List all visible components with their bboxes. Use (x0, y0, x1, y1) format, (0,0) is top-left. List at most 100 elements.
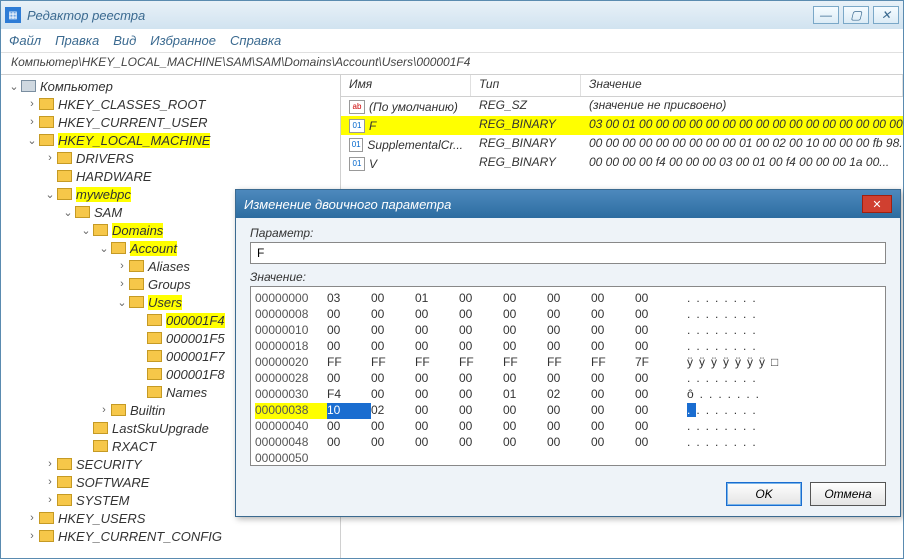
expand-icon[interactable]: › (43, 494, 57, 506)
hex-byte[interactable]: F4 (327, 387, 371, 403)
dialog-titlebar[interactable]: Изменение двоичного параметра ✕ (236, 190, 900, 218)
dialog-close-button[interactable]: ✕ (862, 195, 892, 213)
hex-byte[interactable]: 00 (503, 371, 547, 387)
hex-byte[interactable]: FF (327, 355, 371, 371)
hex-bytes[interactable]: 1002000000000000 (327, 403, 679, 419)
hex-byte[interactable]: 00 (459, 387, 503, 403)
hex-byte[interactable]: FF (503, 355, 547, 371)
hex-byte[interactable]: 00 (547, 339, 591, 355)
hex-editor[interactable]: 000000000300010000000000........00000008… (250, 286, 886, 466)
hex-byte[interactable]: 00 (415, 435, 459, 451)
hex-byte[interactable]: 00 (415, 339, 459, 355)
hex-byte[interactable]: 00 (591, 387, 635, 403)
hex-ascii[interactable]: ........ (679, 435, 881, 451)
hex-ascii[interactable]: ........ (679, 403, 881, 419)
hex-byte[interactable]: 00 (415, 371, 459, 387)
hex-byte[interactable]: 00 (327, 339, 371, 355)
hex-byte[interactable]: 00 (547, 371, 591, 387)
hex-byte[interactable]: 00 (547, 435, 591, 451)
hex-byte[interactable]: 00 (503, 339, 547, 355)
hex-ascii[interactable]: ........ (679, 419, 881, 435)
hex-ascii[interactable]: ........ (679, 339, 881, 355)
hex-bytes[interactable]: F400000001020000 (327, 387, 679, 403)
hex-bytes[interactable]: 0000000000000000 (327, 323, 679, 339)
hex-bytes[interactable]: 0000000000000000 (327, 419, 679, 435)
hex-row[interactable]: 000000180000000000000000........ (255, 339, 881, 355)
hex-byte[interactable]: 00 (459, 323, 503, 339)
hex-byte[interactable]: 00 (635, 339, 679, 355)
maximize-button[interactable]: ▢ (843, 6, 869, 24)
hex-byte[interactable]: FF (415, 355, 459, 371)
hex-byte[interactable]: 00 (635, 371, 679, 387)
hex-byte[interactable]: 00 (327, 419, 371, 435)
hex-byte[interactable]: 00 (547, 307, 591, 323)
menu-favorites[interactable]: Избранное (150, 33, 216, 48)
expand-icon[interactable]: › (97, 404, 111, 416)
collapse-icon[interactable]: ⌄ (7, 80, 21, 93)
hex-byte[interactable]: 10 (327, 403, 371, 419)
hex-byte[interactable]: 00 (371, 387, 415, 403)
value-row[interactable]: 01VREG_BINARY00 00 00 00 f4 00 00 00 03 … (341, 154, 903, 173)
hex-ascii[interactable]: ........ (679, 307, 881, 323)
tree-node[interactable]: ›HKEY_CLASSES_ROOT (3, 95, 340, 113)
close-button[interactable]: ✕ (873, 6, 899, 24)
tree-node[interactable]: ›DRIVERS (3, 149, 340, 167)
hex-byte[interactable]: FF (459, 355, 503, 371)
hex-byte[interactable]: 00 (371, 323, 415, 339)
hex-byte[interactable]: 00 (635, 291, 679, 307)
hex-byte[interactable]: 00 (459, 435, 503, 451)
hex-byte[interactable]: 00 (327, 307, 371, 323)
hex-byte[interactable]: 00 (327, 371, 371, 387)
collapse-icon[interactable]: ⌄ (97, 242, 111, 255)
hex-byte[interactable]: 00 (503, 435, 547, 451)
hex-ascii[interactable]: ........ (679, 323, 881, 339)
menu-view[interactable]: Вид (113, 33, 136, 48)
cancel-button[interactable]: Отмена (810, 482, 886, 506)
hex-byte[interactable]: 00 (371, 291, 415, 307)
hex-ascii[interactable]: ........ (679, 371, 881, 387)
ok-button[interactable]: OK (726, 482, 802, 506)
hex-byte[interactable]: 00 (503, 323, 547, 339)
hex-row[interactable]: 00000020FFFFFFFFFFFFFF7Fÿÿÿÿÿÿÿ□ (255, 355, 881, 371)
hex-row[interactable]: 000000000300010000000000........ (255, 291, 881, 307)
hex-byte[interactable]: 01 (503, 387, 547, 403)
col-type[interactable]: Тип (471, 75, 581, 96)
hex-byte[interactable]: 02 (371, 403, 415, 419)
hex-byte[interactable]: 00 (547, 403, 591, 419)
hex-ascii[interactable] (679, 451, 881, 466)
hex-byte[interactable]: 00 (327, 323, 371, 339)
hex-byte[interactable]: 00 (591, 323, 635, 339)
menu-file[interactable]: Файл (9, 33, 41, 48)
hex-row[interactable]: 00000030F400000001020000ô....... (255, 387, 881, 403)
hex-ascii[interactable]: ô....... (679, 387, 881, 403)
param-input[interactable] (250, 242, 886, 264)
hex-byte[interactable]: 00 (591, 403, 635, 419)
col-name[interactable]: Имя (341, 75, 471, 96)
hex-byte[interactable]: 00 (415, 323, 459, 339)
hex-ascii[interactable]: ÿÿÿÿÿÿÿ□ (679, 355, 881, 371)
expand-icon[interactable]: › (25, 116, 39, 128)
hex-row[interactable]: 000000480000000000000000........ (255, 435, 881, 451)
hex-byte[interactable]: 00 (635, 419, 679, 435)
hex-byte[interactable]: 00 (371, 307, 415, 323)
col-value[interactable]: Значение (581, 75, 903, 96)
tree-node[interactable]: ›HKEY_CURRENT_CONFIG (3, 527, 340, 545)
hex-row[interactable]: 000000080000000000000000........ (255, 307, 881, 323)
hex-bytes[interactable]: 0000000000000000 (327, 307, 679, 323)
titlebar[interactable]: ▦ Редактор реестра — ▢ ✕ (1, 1, 903, 29)
hex-byte[interactable]: 00 (371, 435, 415, 451)
hex-byte[interactable]: 00 (635, 387, 679, 403)
hex-bytes[interactable] (327, 451, 679, 466)
collapse-icon[interactable]: ⌄ (115, 296, 129, 309)
hex-byte[interactable]: FF (591, 355, 635, 371)
hex-byte[interactable]: 00 (635, 323, 679, 339)
value-row[interactable]: 01SupplementalCr...REG_BINARY00 00 00 00… (341, 135, 903, 154)
tree-node[interactable]: ⌄Компьютер (3, 77, 340, 95)
hex-byte[interactable]: 00 (459, 291, 503, 307)
hex-bytes[interactable]: 0000000000000000 (327, 435, 679, 451)
hex-byte[interactable]: 00 (327, 435, 371, 451)
hex-byte[interactable]: 00 (503, 403, 547, 419)
hex-byte[interactable]: 00 (459, 419, 503, 435)
expand-icon[interactable]: › (43, 152, 57, 164)
hex-byte[interactable]: 00 (503, 307, 547, 323)
